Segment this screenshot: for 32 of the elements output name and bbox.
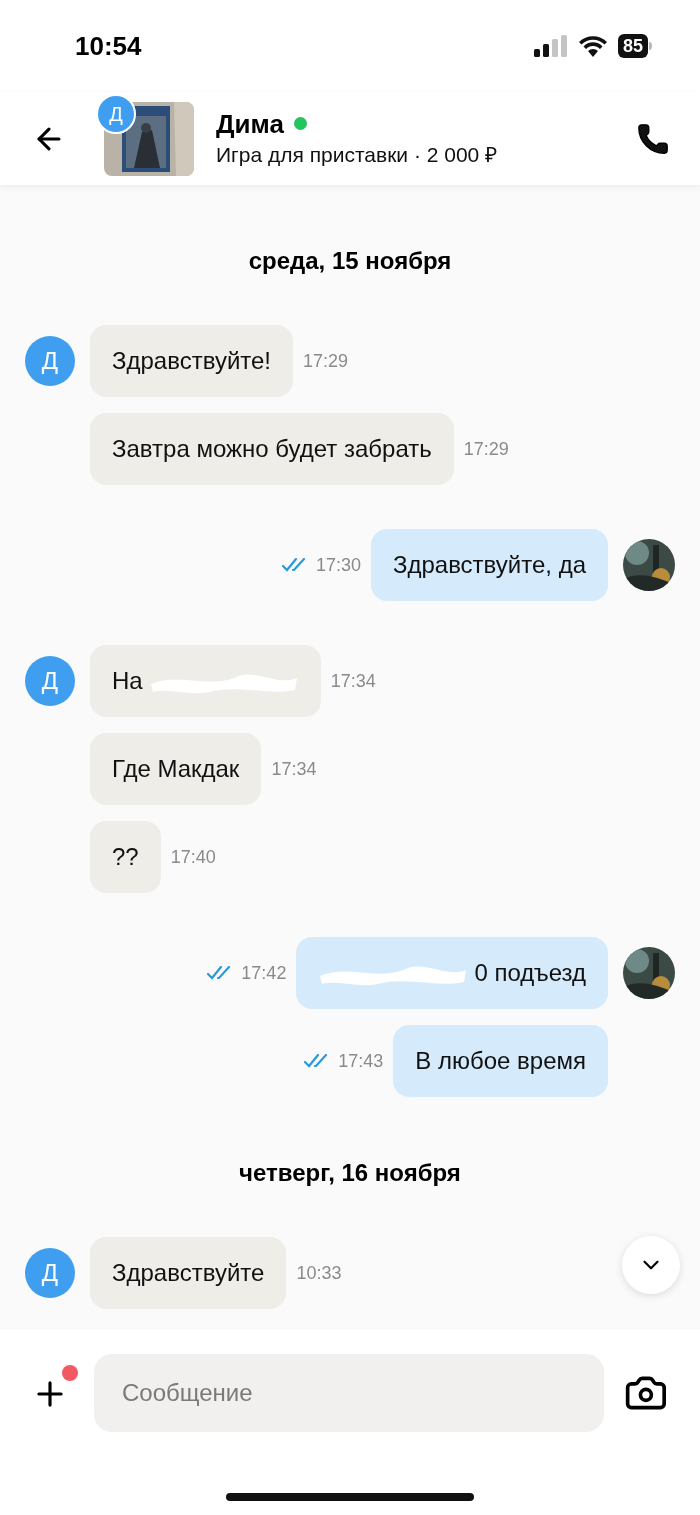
date-separator: четверг, 16 ноября <box>239 1158 461 1188</box>
message-text: В любое время <box>415 1046 586 1076</box>
message-time: 17:40 <box>170 845 216 869</box>
message-time: 17:34 <box>271 757 317 781</box>
message-text: Здравствуйте! <box>112 346 272 376</box>
contact-name: Дима <box>216 107 284 140</box>
message-text: 0 подъезд <box>474 958 586 988</box>
message-text: На <box>112 666 143 696</box>
message-text: Завтра можно будет забрать <box>112 434 432 464</box>
contact-avatar[interactable]: Д <box>25 1248 75 1298</box>
message-input[interactable]: Сообщение <box>94 1354 605 1432</box>
message-text: Где Макдак <box>112 754 240 784</box>
message-time: 17:29 <box>463 437 509 461</box>
contact-avatar[interactable]: Д <box>25 656 75 706</box>
message-time: 17:34 <box>330 669 376 693</box>
wifi-icon <box>577 35 608 57</box>
signal-icon <box>533 35 568 57</box>
message-text: Здравствуйте, да <box>392 550 586 580</box>
seller-avatar: Д <box>96 93 136 134</box>
message-text: Здравствуйте <box>112 1258 265 1288</box>
message-text: ?? <box>112 842 139 872</box>
date-separator: среда, 15 ноября <box>248 246 452 276</box>
contact-avatar[interactable]: Д <box>25 336 75 386</box>
message-time: 17:30 <box>315 553 361 577</box>
message-time: 17:42 <box>241 961 287 985</box>
status-time: 10:54 <box>75 29 142 63</box>
message-time: 17:43 <box>338 1049 384 1073</box>
message-time: 10:33 <box>296 1261 342 1285</box>
battery-level: 85 <box>617 34 648 58</box>
message-time: 17:29 <box>303 349 349 373</box>
listing-subtitle: Игра для приставки · 2 000 ₽ <box>216 141 499 168</box>
phone-icon[interactable] <box>636 121 670 156</box>
